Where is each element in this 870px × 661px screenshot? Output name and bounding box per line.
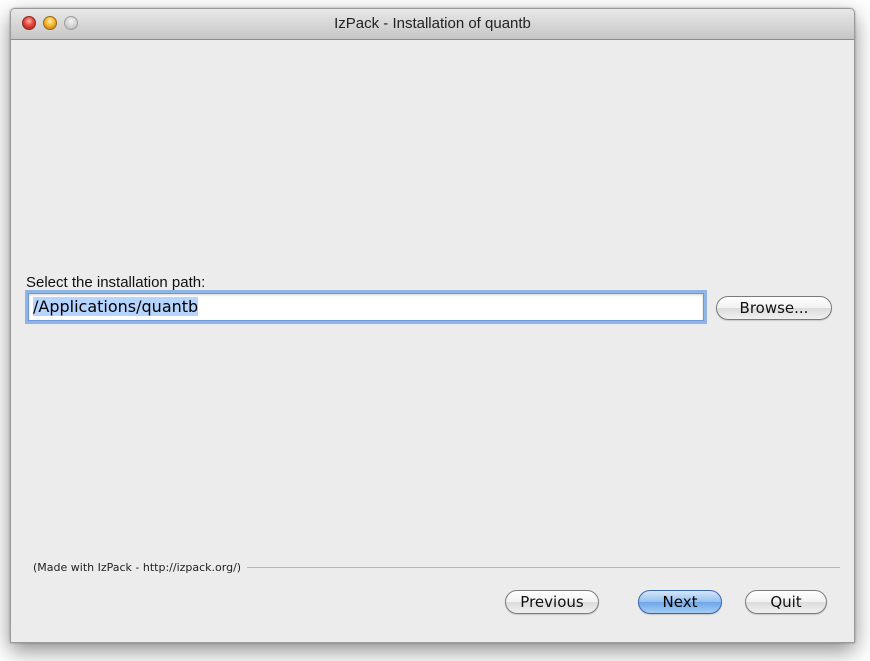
installation-path-label: Select the installation path: — [26, 274, 206, 291]
installation-path-input[interactable]: /Applications/quantb — [28, 293, 704, 321]
browse-button[interactable]: Browse... — [716, 296, 832, 320]
installation-path-value: /Applications/quantb — [33, 297, 199, 316]
window-title: IzPack - Installation of quantb — [334, 15, 531, 32]
quit-button[interactable]: Quit — [745, 590, 827, 614]
made-with-izpack-label: (Made with IzPack - http://izpack.org/) — [33, 561, 242, 574]
title-bar[interactable]: IzPack - Installation of quantb — [11, 9, 854, 40]
next-button[interactable]: Next — [638, 590, 722, 614]
previous-button[interactable]: Previous — [505, 590, 599, 614]
footer-divider — [247, 567, 840, 568]
footer-separator: (Made with IzPack - http://izpack.org/) — [33, 561, 840, 574]
installer-window: IzPack - Installation of quantb Select t… — [10, 8, 855, 643]
